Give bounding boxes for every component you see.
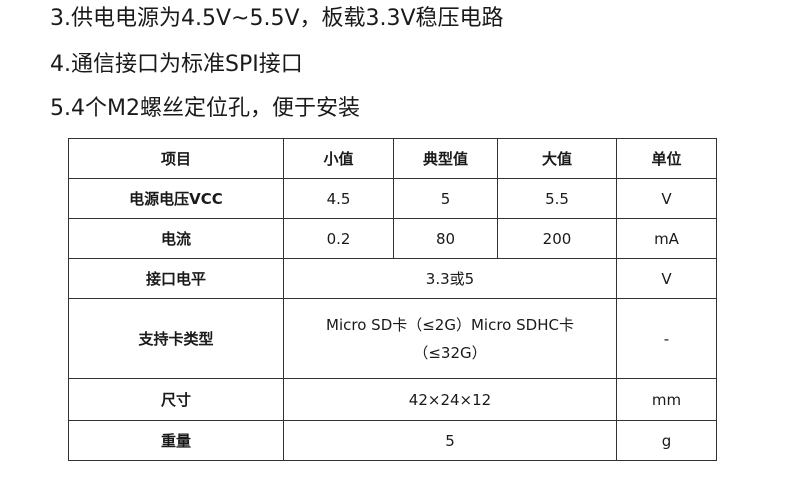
header-unit: 单位: [616, 138, 717, 179]
intro-line-interface: 4.通信接口为标准SPI接口: [50, 52, 303, 77]
table-row: 支持卡类型 Micro SD卡（≤2G）Micro SDHC卡 （≤32G） -: [68, 298, 717, 379]
table-row: 尺寸 42×24×12 mm: [68, 378, 717, 421]
table-header-row: 项目 小值 典型值 大值 单位: [68, 138, 717, 179]
cell-min: 0.2: [283, 218, 394, 259]
cell-unit: mA: [616, 218, 717, 259]
header-item: 项目: [68, 138, 284, 179]
cell-max: 200: [497, 218, 617, 259]
cell-unit: V: [616, 258, 717, 299]
cell-value: 3.3或5: [283, 258, 617, 299]
cell-max: 5.5: [497, 178, 617, 219]
cell-value-line: Micro SD卡（≤2G）Micro SDHC卡: [326, 315, 574, 334]
cell-typical: 5: [393, 178, 498, 219]
cell-min: 4.5: [283, 178, 394, 219]
table-row: 电源电压VCC 4.5 5 5.5 V: [68, 178, 717, 219]
spec-table: 项目 小值 典型值 大值 单位 电源电压VCC 4.5 5 5.5 V 电流 0…: [68, 138, 717, 461]
cell-unit: -: [616, 298, 717, 379]
row-label: 支持卡类型: [68, 298, 284, 379]
table-row: 重量 5 g: [68, 420, 717, 461]
header-max: 大值: [497, 138, 617, 179]
cell-unit: mm: [616, 378, 717, 421]
cell-value-line: （≤32G）: [413, 343, 487, 362]
table-row: 电流 0.2 80 200 mA: [68, 218, 717, 259]
row-label: 电源电压VCC: [68, 178, 284, 219]
row-label: 尺寸: [68, 378, 284, 421]
cell-unit: g: [616, 420, 717, 461]
intro-line-power: 3.供电电源为4.5V~5.5V，板载3.3V稳压电路: [50, 6, 504, 31]
intro-line-mounting: 5.4个M2螺丝定位孔，便于安装: [50, 96, 360, 121]
header-typical: 典型值: [393, 138, 498, 179]
cell-value: 5: [283, 420, 617, 461]
header-min: 小值: [283, 138, 394, 179]
cell-value: 42×24×12: [283, 378, 617, 421]
cell-value: Micro SD卡（≤2G）Micro SDHC卡 （≤32G）: [283, 298, 617, 379]
cell-typical: 80: [393, 218, 498, 259]
row-label: 接口电平: [68, 258, 284, 299]
table-row: 接口电平 3.3或5 V: [68, 258, 717, 299]
cell-unit: V: [616, 178, 717, 219]
row-label: 重量: [68, 420, 284, 461]
row-label: 电流: [68, 218, 284, 259]
